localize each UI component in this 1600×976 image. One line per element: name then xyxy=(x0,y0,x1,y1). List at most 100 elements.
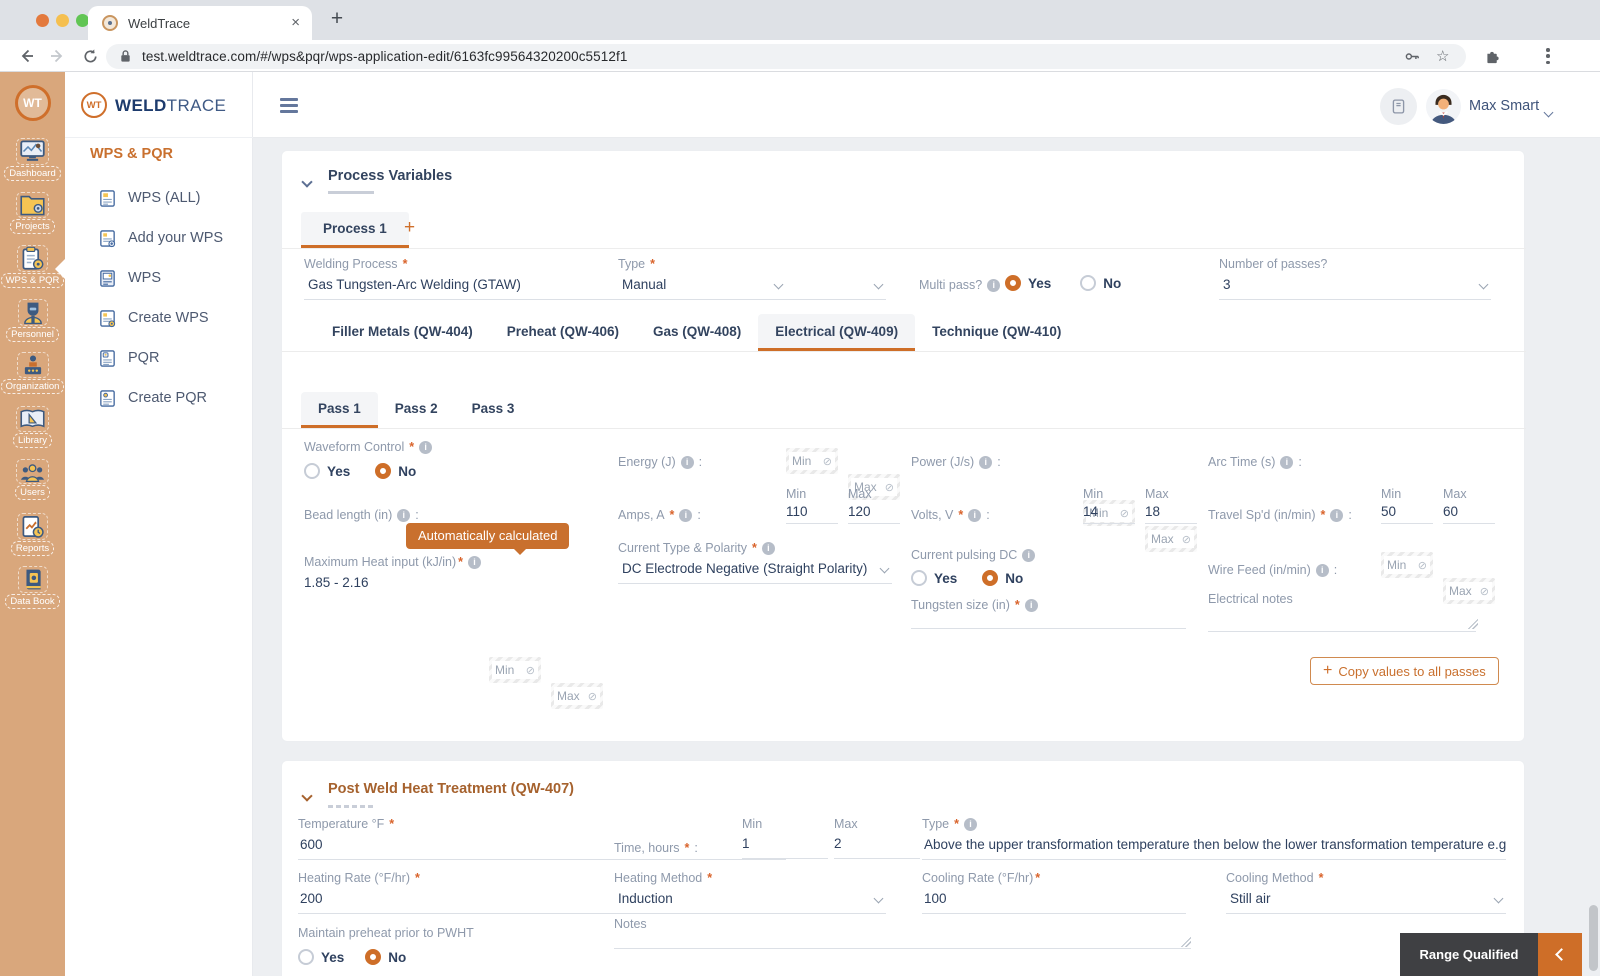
info-icon[interactable]: i xyxy=(968,509,981,522)
tab-technique[interactable]: Technique (QW-410) xyxy=(915,314,1078,351)
pwht-notes-textarea[interactable] xyxy=(614,925,1191,949)
reload-icon[interactable] xyxy=(78,44,102,68)
new-tab-button[interactable]: + xyxy=(324,7,350,31)
current-type-select[interactable]: DC Electrode Negative (Straight Polarity… xyxy=(618,561,892,584)
sidebar-item-users[interactable]: Users xyxy=(0,459,65,513)
min-label: Min xyxy=(1387,558,1406,572)
max-heat-value: 1.85 - 2.16 xyxy=(304,575,369,590)
add-process-button[interactable]: + xyxy=(404,217,415,239)
forward-icon[interactable] xyxy=(46,44,70,68)
user-name[interactable]: Max Smart xyxy=(1469,98,1539,114)
traffic-close-icon[interactable] xyxy=(36,14,49,27)
multi-pass-yes-radio[interactable] xyxy=(1005,275,1021,291)
pulsing-yes-radio[interactable] xyxy=(911,570,927,586)
sidebar-item-reports[interactable]: Reports xyxy=(0,513,65,567)
menu-item-wps[interactable]: WPS xyxy=(65,258,253,298)
user-chevron-down-icon[interactable] xyxy=(1545,103,1552,121)
temperature-input[interactable]: 600 xyxy=(298,836,786,860)
heating-method-select[interactable]: Induction xyxy=(614,890,886,914)
back-icon[interactable] xyxy=(14,44,38,68)
info-icon[interactable]: i xyxy=(1330,509,1343,522)
info-icon[interactable]: i xyxy=(419,441,432,454)
range-qualified-button[interactable]: Range Qualified xyxy=(1400,933,1582,976)
info-icon[interactable]: i xyxy=(397,509,410,522)
number-of-passes-select[interactable]: 3 xyxy=(1219,277,1491,300)
waveform-yes-radio[interactable] xyxy=(304,463,320,479)
tab-gas[interactable]: Gas (QW-408) xyxy=(636,314,758,351)
colon: : xyxy=(1334,563,1337,577)
volts-max-input[interactable]: 18 xyxy=(1145,504,1197,524)
info-icon[interactable]: i xyxy=(979,456,992,469)
textarea-resize-handle[interactable] xyxy=(1181,937,1191,947)
sidebar-item-organization[interactable]: Organization xyxy=(0,352,65,406)
waveform-no-radio[interactable] xyxy=(375,463,391,479)
key-icon[interactable] xyxy=(1404,49,1420,69)
type-select[interactable]: Manual xyxy=(618,277,886,300)
colon: : xyxy=(694,841,697,855)
menu-item-create-pqr[interactable]: Create PQR xyxy=(65,378,253,418)
sidebar-item-data-book[interactable]: Data Book xyxy=(0,566,65,620)
menu-item-create-wps[interactable]: Create WPS xyxy=(65,298,253,338)
amps-min-input[interactable]: 110 xyxy=(786,504,838,524)
extensions-puzzle-icon[interactable] xyxy=(1480,43,1504,67)
browser-tab[interactable]: WeldTrace × xyxy=(88,6,312,40)
url-bar[interactable]: test.weldtrace.com/#/wps&pqr/wps-applica… xyxy=(106,44,1466,69)
menu-sidebar: WT WELDTRACE WPS & PQR WPS (ALL) Add you… xyxy=(65,72,253,976)
copy-values-button[interactable]: + Copy values to all passes xyxy=(1310,657,1499,685)
sidebar-item-personnel[interactable]: Personnel xyxy=(0,299,65,353)
traffic-minimize-icon[interactable] xyxy=(56,14,69,27)
databook-header-button[interactable] xyxy=(1380,88,1417,125)
info-icon[interactable]: i xyxy=(681,456,694,469)
textarea-resize-handle[interactable] xyxy=(1468,619,1478,629)
info-icon[interactable]: i xyxy=(1280,456,1293,469)
volts-min-input[interactable]: 14 xyxy=(1083,504,1135,524)
maintain-yes-radio[interactable] xyxy=(298,949,314,965)
sidebar-item-dashboard[interactable]: Dashboard xyxy=(0,138,65,192)
page-scrollbar-thumb[interactable] xyxy=(1589,905,1598,971)
tab-filler-metals[interactable]: Filler Metals (QW-404) xyxy=(315,314,490,351)
cooling-method-select[interactable]: Still air xyxy=(1226,890,1506,914)
amps-max-input[interactable]: 120 xyxy=(848,504,900,524)
pulsing-no-radio[interactable] xyxy=(982,570,998,586)
sidebar-item-library[interactable]: Library xyxy=(0,406,65,460)
info-icon[interactable]: i xyxy=(987,279,1000,292)
info-icon[interactable]: i xyxy=(1316,564,1329,577)
info-icon[interactable]: i xyxy=(964,818,977,831)
travel-max-input[interactable]: 60 xyxy=(1443,504,1495,524)
tab-process-1[interactable]: Process 1 xyxy=(301,212,409,248)
range-qualified-expand[interactable] xyxy=(1538,933,1582,976)
multi-pass-no-radio[interactable] xyxy=(1080,275,1096,291)
pwht-type-input[interactable]: Above the upper transformation temperatu… xyxy=(922,836,1506,860)
cooling-rate-input[interactable]: 100 xyxy=(922,890,1186,914)
info-icon[interactable]: i xyxy=(679,509,692,522)
time-hours-label: Time, hours xyxy=(614,841,680,855)
menu-item-add-your-wps[interactable]: Add your WPS xyxy=(65,218,253,258)
tab-close-icon[interactable]: × xyxy=(291,14,300,31)
section-collapse-icon[interactable] xyxy=(303,173,311,191)
section-collapse-icon[interactable] xyxy=(303,787,311,805)
browser-menu-icon[interactable] xyxy=(1546,48,1550,64)
tab-preheat[interactable]: Preheat (QW-406) xyxy=(490,314,636,351)
time-min-input[interactable]: 1 xyxy=(742,836,828,859)
time-max-input[interactable]: 2 xyxy=(834,836,920,859)
bookmark-star-icon[interactable]: ☆ xyxy=(1436,47,1449,65)
sidebar-item-projects[interactable]: Projects xyxy=(0,192,65,246)
tab-electrical[interactable]: Electrical (QW-409) xyxy=(758,314,915,351)
menu-section-title: WPS & PQR xyxy=(90,146,173,162)
info-icon[interactable]: i xyxy=(762,542,775,555)
info-icon[interactable]: i xyxy=(468,556,481,569)
menu-item-wps-all[interactable]: WPS (ALL) xyxy=(65,178,253,218)
maintain-no-radio[interactable] xyxy=(365,949,381,965)
tab-pass-2[interactable]: Pass 2 xyxy=(378,392,455,428)
tungsten-input[interactable] xyxy=(911,599,1186,629)
menu-item-pqr[interactable]: PQR xyxy=(65,338,253,378)
tab-pass-1[interactable]: Pass 1 xyxy=(301,392,378,428)
max-label: Max xyxy=(557,689,580,703)
radio-label-no: No xyxy=(388,950,406,965)
tab-pass-3[interactable]: Pass 3 xyxy=(455,392,532,428)
hamburger-menu-icon[interactable] xyxy=(280,98,298,113)
user-avatar[interactable] xyxy=(1426,89,1461,124)
travel-min-input[interactable]: 50 xyxy=(1381,504,1433,524)
info-icon[interactable]: i xyxy=(1022,549,1035,562)
electrical-notes-textarea[interactable] xyxy=(1208,601,1476,632)
